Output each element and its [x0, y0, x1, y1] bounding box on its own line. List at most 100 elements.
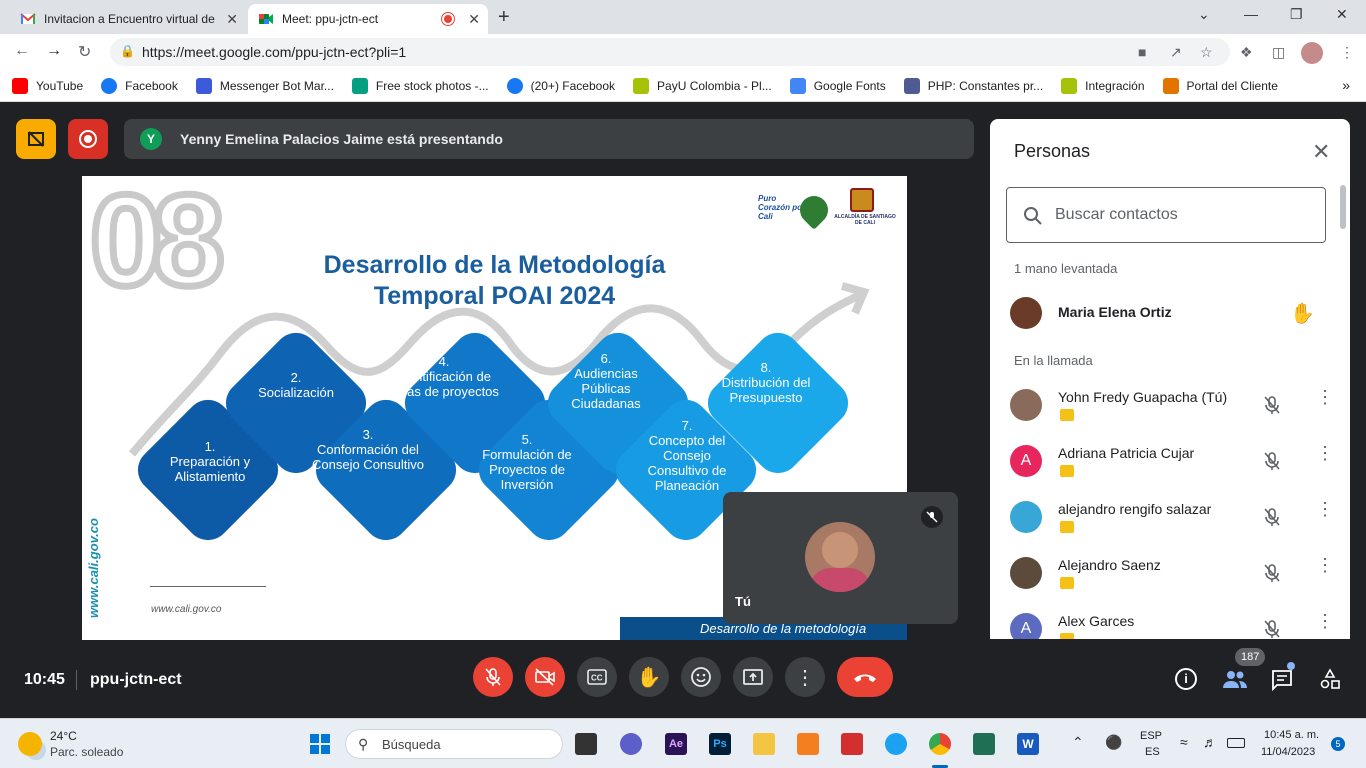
presenting-badge-icon: [1060, 577, 1074, 589]
mic-off-icon[interactable]: [1262, 395, 1282, 415]
forward-icon[interactable]: →: [46, 42, 62, 60]
back-icon[interactable]: ←: [14, 42, 30, 60]
mic-off-icon[interactable]: [1262, 507, 1282, 527]
word-icon[interactable]: W: [1017, 733, 1039, 755]
weather-desc[interactable]: Parc. soleado: [50, 745, 123, 759]
search-contacts-input[interactable]: Buscar contactos: [1006, 187, 1326, 243]
bookmark-item[interactable]: Google Fonts: [789, 77, 886, 94]
more-options-icon[interactable]: ⋮: [1316, 388, 1334, 406]
mic-off-icon[interactable]: [1262, 619, 1282, 639]
meeting-code: ppu-jctn-ect: [90, 671, 182, 688]
windows-start-icon[interactable]: [309, 733, 331, 755]
weather-temp[interactable]: 24°C: [50, 729, 77, 743]
meeting-details-icon[interactable]: i: [1175, 668, 1197, 690]
maximize-button[interactable]: ❐: [1290, 6, 1303, 23]
activities-icon[interactable]: [1319, 668, 1341, 690]
participant-row[interactable]: Alejandro Saenz ⋮: [1010, 553, 1334, 593]
taskbar-search-label: Búsqueda: [382, 736, 441, 752]
tab-meet[interactable]: Meet: ppu-jctn-ect ✕: [248, 4, 488, 34]
slide-title-line2: Temporal POAI 2024: [373, 282, 616, 310]
chat-icon[interactable]: [1271, 669, 1293, 691]
hand-icon: ✋: [636, 666, 662, 689]
clock-time[interactable]: 10:45 a. m.: [1264, 729, 1319, 741]
bookmark-item[interactable]: Free stock photos -...: [351, 77, 489, 94]
language-1[interactable]: ESP: [1140, 730, 1162, 742]
photoshop-icon[interactable]: Ps: [709, 733, 731, 755]
more-bookmarks-icon[interactable]: »: [1342, 77, 1350, 93]
profile-avatar[interactable]: [1301, 42, 1323, 64]
bookmark-item[interactable]: (20+) Facebook: [506, 77, 615, 94]
url-field[interactable]: 🔒 https://meet.google.com/ppu-jctn-ect?p…: [110, 38, 1230, 66]
tab-search-icon[interactable]: ⌄: [1198, 6, 1210, 23]
bookmark-star-icon[interactable]: ☆: [1200, 44, 1213, 61]
bookmark-item[interactable]: YouTube: [12, 77, 83, 94]
after-effects-icon[interactable]: Ae: [665, 733, 687, 755]
menu-icon[interactable]: ⋮: [1340, 44, 1354, 61]
reactions-button[interactable]: [681, 657, 721, 697]
close-icon[interactable]: ✕: [1312, 139, 1330, 165]
footer-divider: [150, 586, 266, 587]
participant-row[interactable]: alejandro rengifo salazar ⋮: [1010, 497, 1334, 537]
leave-call-button[interactable]: [837, 657, 893, 697]
participant-row[interactable]: A Adriana Patricia Cujar ⋮: [1010, 441, 1334, 481]
minimize-button[interactable]: —: [1244, 6, 1258, 22]
volume-icon[interactable]: ♬: [1203, 734, 1217, 750]
clock-date[interactable]: 11/04/2023: [1261, 746, 1315, 758]
tile-layout-button[interactable]: [16, 119, 56, 159]
participant-row[interactable]: A Alex Garces ⋮: [1010, 609, 1334, 639]
participant-name: Alex Garces: [1058, 613, 1135, 629]
notification-badge[interactable]: 5: [1331, 737, 1345, 751]
more-options-icon[interactable]: ⋮: [1316, 500, 1334, 518]
bookmark-item[interactable]: Portal del Cliente: [1162, 77, 1278, 94]
side-panel-icon[interactable]: ◫: [1272, 44, 1285, 61]
chrome-icon[interactable]: [929, 733, 951, 755]
new-tab-button[interactable]: +: [498, 6, 510, 29]
self-video-tile[interactable]: Tú: [723, 492, 958, 624]
more-options-icon[interactable]: ⋮: [1316, 612, 1334, 630]
reload-icon[interactable]: ↻: [78, 42, 91, 62]
bookmark-item[interactable]: Integración: [1061, 77, 1145, 94]
mic-off-icon[interactable]: [1262, 563, 1282, 583]
mic-toggle-button[interactable]: [473, 657, 513, 697]
people-icon[interactable]: [1222, 668, 1248, 690]
raised-hand-row[interactable]: Maria Elena Ortiz ✋: [1010, 293, 1330, 333]
weather-icon[interactable]: [18, 732, 42, 756]
share-icon[interactable]: ↗: [1170, 44, 1182, 61]
bookmark-item[interactable]: Messenger Bot Mar...: [195, 77, 334, 94]
more-options-button[interactable]: ⋮: [785, 657, 825, 697]
bookmark-item[interactable]: PHP: Constantes pr...: [903, 77, 1043, 94]
task-view-icon[interactable]: [575, 733, 597, 755]
bookmark-item[interactable]: Facebook: [101, 77, 178, 94]
sublime-icon[interactable]: [973, 733, 995, 755]
close-tab-icon[interactable]: ✕: [226, 11, 238, 28]
close-tab-icon[interactable]: ✕: [468, 11, 480, 28]
chevron-up-icon[interactable]: ⌃: [1072, 734, 1084, 751]
battery-icon[interactable]: [1227, 738, 1245, 748]
camera-icon[interactable]: ■: [1138, 44, 1146, 60]
close-window-button[interactable]: ✕: [1336, 6, 1348, 23]
tab-gmail[interactable]: Invitacion a Encuentro virtual de ✕: [10, 4, 246, 34]
mic-off-icon[interactable]: [1262, 451, 1282, 471]
wifi-icon[interactable]: ≈: [1180, 734, 1188, 750]
avatar: A: [1010, 445, 1042, 477]
camera-toggle-button[interactable]: [525, 657, 565, 697]
raise-hand-button[interactable]: ✋: [629, 657, 669, 697]
teams-chat-icon[interactable]: [620, 733, 642, 755]
participant-row[interactable]: Yohn Fredy Guapacha (Tú) ⋮: [1010, 385, 1334, 425]
more-options-icon[interactable]: ⋮: [1316, 556, 1334, 574]
present-screen-button[interactable]: [733, 657, 773, 697]
more-options-icon[interactable]: ⋮: [1316, 444, 1334, 462]
microphone-icon[interactable]: ⚫: [1105, 734, 1122, 751]
edge-icon[interactable]: [885, 733, 907, 755]
language-2[interactable]: ES: [1145, 746, 1160, 758]
scrollbar[interactable]: [1340, 185, 1346, 229]
captions-button[interactable]: CC: [577, 657, 617, 697]
file-explorer-icon[interactable]: [753, 733, 775, 755]
extensions-icon[interactable]: ❖: [1240, 44, 1253, 61]
recording-button[interactable]: [68, 119, 108, 159]
bookmark-item[interactable]: PayU Colombia - Pl...: [633, 77, 772, 94]
taskbar-search[interactable]: ⚲ Búsqueda: [345, 729, 563, 759]
xampp-icon[interactable]: [797, 733, 819, 755]
raised-hand-icon[interactable]: ✋: [1290, 301, 1315, 326]
acrobat-icon[interactable]: [841, 733, 863, 755]
